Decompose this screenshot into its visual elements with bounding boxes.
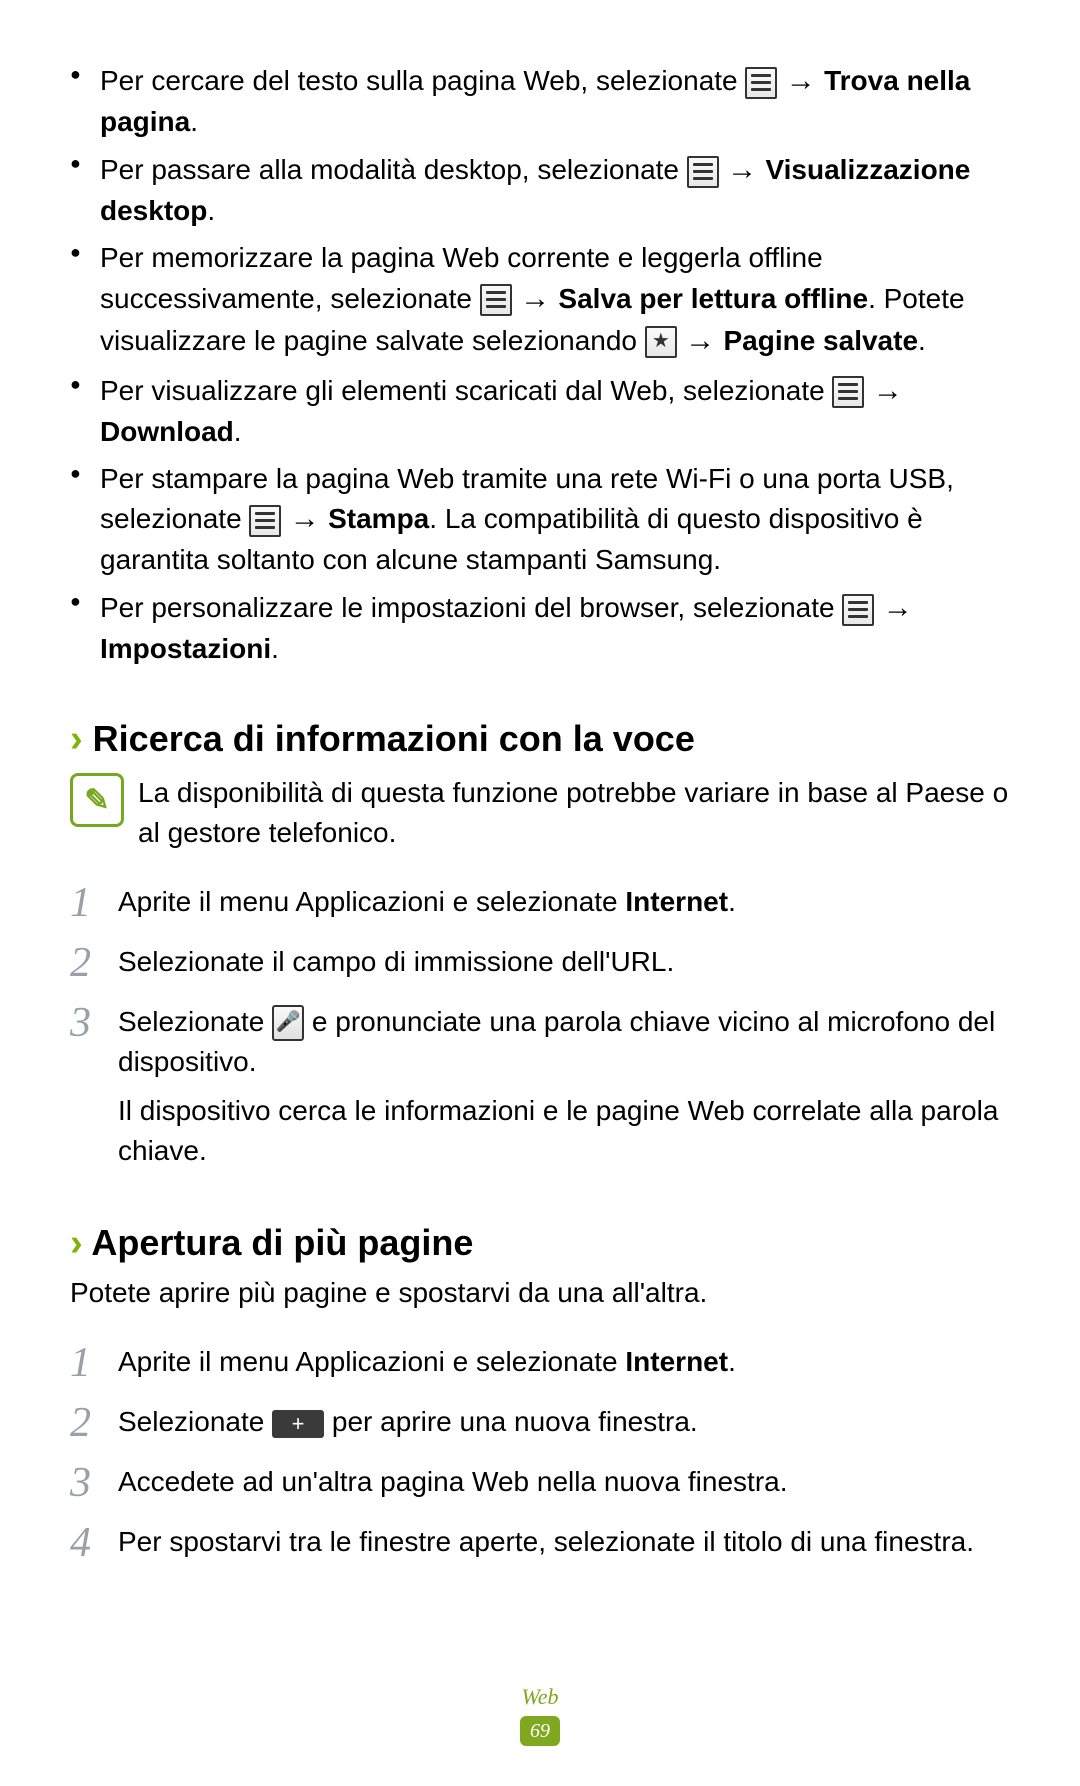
text: per aprire una nuova finestra. bbox=[324, 1406, 698, 1437]
step-body: Selezionate + per aprire una nuova fines… bbox=[118, 1402, 698, 1443]
step-body: Per spostarvi tra le finestre aperte, se… bbox=[118, 1522, 974, 1563]
footer-section: Web bbox=[70, 1684, 1010, 1710]
text: . bbox=[918, 325, 926, 356]
ordered-steps: 1 Aprite il menu Applicazioni e selezion… bbox=[70, 882, 1010, 1172]
text: . bbox=[207, 195, 215, 226]
sub-text: Il dispositivo cerca le informazioni e l… bbox=[118, 1091, 1010, 1172]
list-item: Per memorizzare la pagina Web corrente e… bbox=[70, 238, 1010, 361]
text: Accedete ad un'altra pagina Web nella nu… bbox=[118, 1466, 788, 1497]
text: Per personalizzare le impostazioni del b… bbox=[100, 592, 842, 623]
list-item: 1 Aprite il menu Applicazioni e selezion… bbox=[70, 882, 1010, 924]
page-number-badge: 69 bbox=[520, 1716, 560, 1746]
text: Per visualizzare gli elementi scaricati … bbox=[100, 375, 832, 406]
chevron-icon: › bbox=[70, 1222, 83, 1264]
bold-text: Internet bbox=[625, 1346, 728, 1377]
arrow: → bbox=[281, 502, 328, 535]
text: Aprite il menu Applicazioni e selezionat… bbox=[118, 886, 625, 917]
text: . bbox=[234, 416, 242, 447]
text: Selezionate bbox=[118, 1006, 272, 1037]
list-item: Per visualizzare gli elementi scaricati … bbox=[70, 370, 1010, 451]
step-number: 3 bbox=[70, 1002, 118, 1044]
document-page: Per cercare del testo sulla pagina Web, … bbox=[0, 0, 1080, 1786]
bold-text: Internet bbox=[625, 886, 728, 917]
section-heading: › Apertura di più pagine bbox=[70, 1222, 1010, 1265]
text: Aprite il menu Applicazioni e selezionat… bbox=[118, 1346, 625, 1377]
list-item: Per stampare la pagina Web tramite una r… bbox=[70, 459, 1010, 579]
list-item: Per passare alla modalità desktop, selez… bbox=[70, 149, 1010, 230]
step-number: 2 bbox=[70, 942, 118, 984]
note-block: ✎ La disponibilità di questa funzione po… bbox=[70, 773, 1010, 851]
page-footer: Web 69 bbox=[70, 1684, 1010, 1746]
bullet-list: Per cercare del testo sulla pagina Web, … bbox=[70, 60, 1010, 668]
text: Per passare alla modalità desktop, selez… bbox=[100, 154, 687, 185]
arrow: → bbox=[512, 282, 559, 315]
arrow: → bbox=[719, 153, 766, 186]
step-number: 2 bbox=[70, 1402, 118, 1444]
heading-text: Ricerca di informazioni con la voce bbox=[93, 718, 695, 759]
step-number: 3 bbox=[70, 1462, 118, 1504]
note-icon: ✎ bbox=[70, 773, 124, 827]
menu-icon bbox=[745, 67, 777, 99]
intro-text: Potete aprire più pagine e spostarvi da … bbox=[70, 1273, 1010, 1312]
text: . bbox=[728, 886, 736, 917]
section-heading: › Ricerca di informazioni con la voce bbox=[70, 718, 1010, 761]
arrow: → bbox=[864, 374, 902, 407]
arrow: → bbox=[874, 591, 912, 624]
text: Selezionate bbox=[118, 1406, 272, 1437]
list-item: 1 Aprite il menu Applicazioni e selezion… bbox=[70, 1342, 1010, 1384]
step-body: Aprite il menu Applicazioni e selezionat… bbox=[118, 882, 736, 923]
note-text: La disponibilità di questa funzione potr… bbox=[138, 773, 1010, 851]
text: . bbox=[728, 1346, 736, 1377]
bold-text: Impostazioni bbox=[100, 633, 271, 664]
list-item: 4 Per spostarvi tra le finestre aperte, … bbox=[70, 1522, 1010, 1564]
list-item: Per cercare del testo sulla pagina Web, … bbox=[70, 60, 1010, 141]
bold-text: Stampa bbox=[328, 503, 429, 534]
menu-icon bbox=[832, 376, 864, 408]
step-body: Selezionate il campo di immissione dell'… bbox=[118, 942, 674, 983]
bold-text: Salva per lettura offline bbox=[558, 283, 868, 314]
list-item: 2 Selezionate + per aprire una nuova fin… bbox=[70, 1402, 1010, 1444]
text: Per spostarvi tra le finestre aperte, se… bbox=[118, 1526, 974, 1557]
arrow: → bbox=[777, 64, 824, 97]
bold-text: Download bbox=[100, 416, 234, 447]
star-icon: ★ bbox=[645, 326, 677, 358]
new-tab-icon: + bbox=[272, 1410, 324, 1438]
menu-icon bbox=[480, 284, 512, 316]
step-number: 4 bbox=[70, 1522, 118, 1564]
list-item: 3 Accedete ad un'altra pagina Web nella … bbox=[70, 1462, 1010, 1504]
list-item: 3 Selezionate 🎤 e pronunciate una parola… bbox=[70, 1002, 1010, 1172]
step-body: Aprite il menu Applicazioni e selezionat… bbox=[118, 1342, 736, 1383]
list-item: Per personalizzare le impostazioni del b… bbox=[70, 587, 1010, 668]
heading-text: Apertura di più pagine bbox=[91, 1222, 473, 1263]
step-body: Selezionate 🎤 e pronunciate una parola c… bbox=[118, 1002, 1010, 1172]
step-number: 1 bbox=[70, 882, 118, 924]
text: . bbox=[271, 633, 279, 664]
menu-icon bbox=[842, 594, 874, 626]
text: Selezionate il campo di immissione dell'… bbox=[118, 946, 674, 977]
list-item: 2 Selezionate il campo di immissione del… bbox=[70, 942, 1010, 984]
menu-icon bbox=[249, 505, 281, 537]
text: Per cercare del testo sulla pagina Web, … bbox=[100, 65, 745, 96]
bold-text: Pagine salvate bbox=[723, 325, 918, 356]
step-number: 1 bbox=[70, 1342, 118, 1384]
text: . bbox=[190, 106, 198, 137]
arrow: → bbox=[677, 324, 724, 357]
chevron-icon: › bbox=[70, 718, 83, 760]
step-body: Accedete ad un'altra pagina Web nella nu… bbox=[118, 1462, 788, 1503]
menu-icon bbox=[687, 156, 719, 188]
microphone-icon: 🎤 bbox=[272, 1005, 304, 1041]
ordered-steps: 1 Aprite il menu Applicazioni e selezion… bbox=[70, 1342, 1010, 1564]
